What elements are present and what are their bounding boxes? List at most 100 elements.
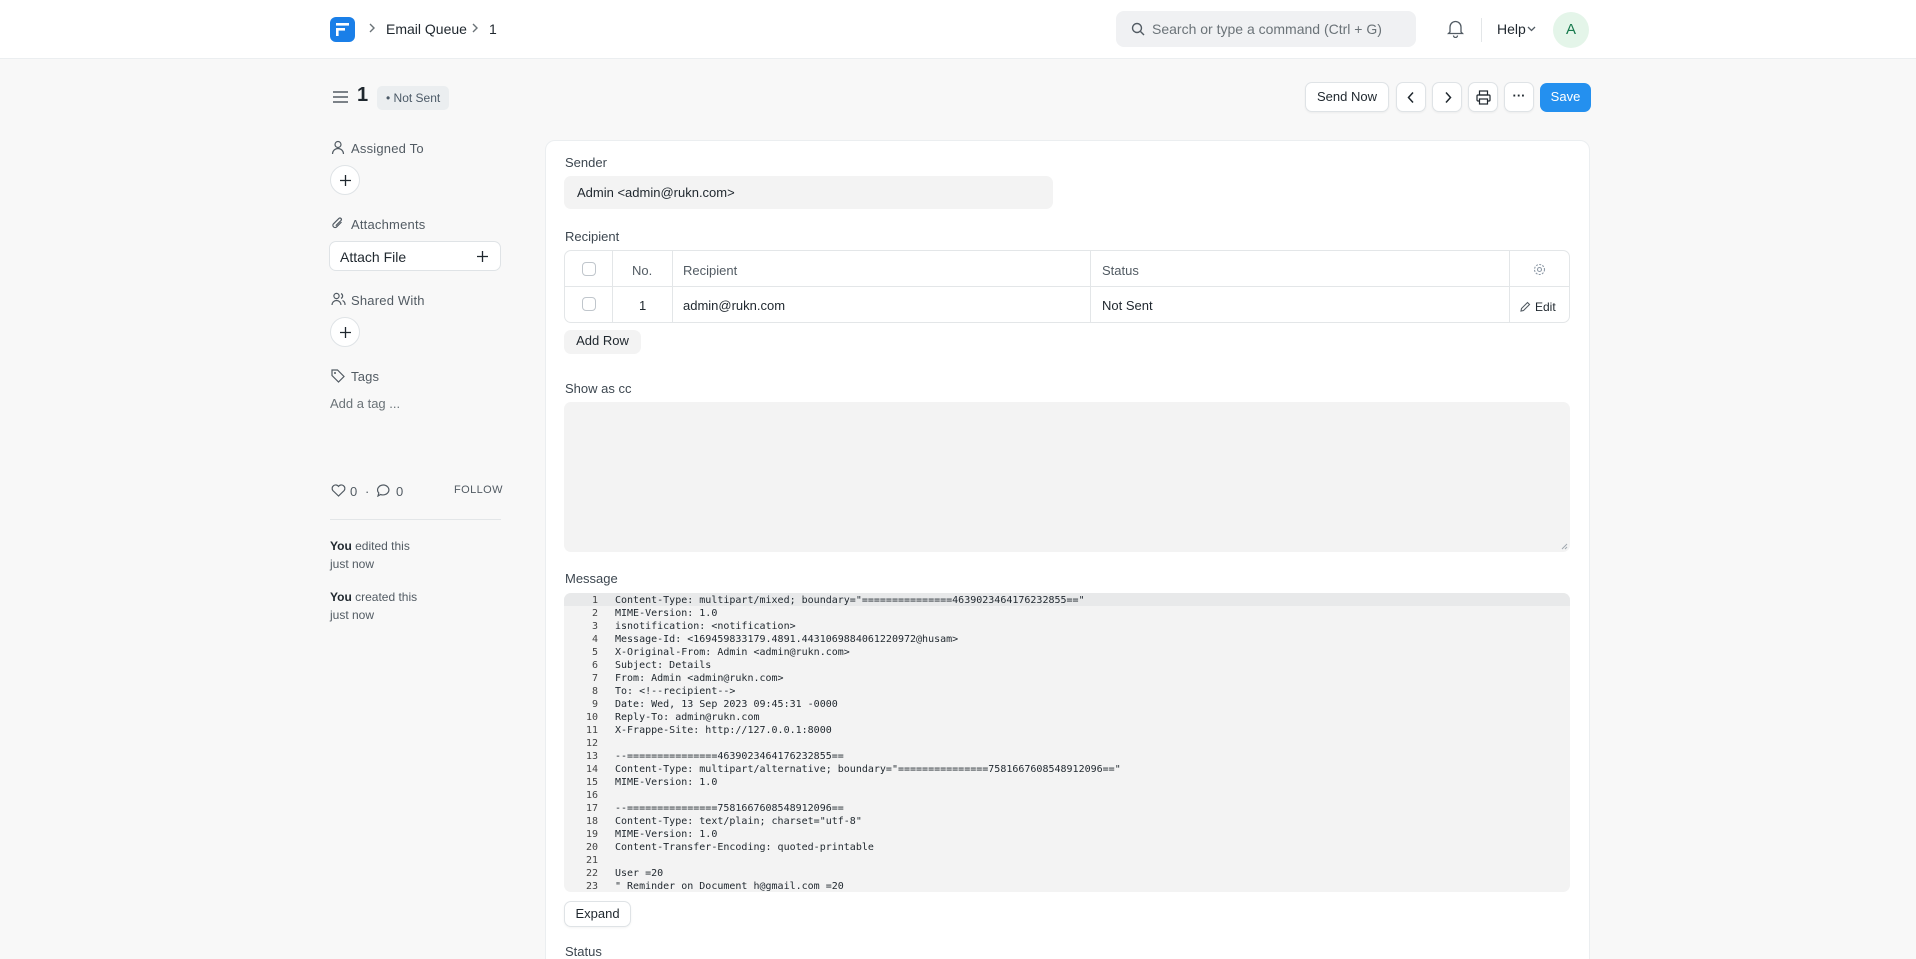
code-line-text: Subject: Details [615, 660, 712, 671]
code-line-text: X-Frappe-Site: http://127.0.0.1:8000 [615, 725, 832, 736]
gear-icon[interactable] [1533, 263, 1546, 276]
row-recipient[interactable]: admin@rukn.com [683, 298, 785, 313]
line-number: 18 [585, 816, 598, 827]
code-line-text: isnotification: <notification> [615, 621, 796, 632]
activity-time: just now [330, 557, 375, 571]
previous-doc-button[interactable] [1396, 82, 1426, 112]
code-line-text: X-Original-From: Admin <admin@rukn.com> [615, 647, 850, 658]
print-button[interactable] [1468, 82, 1498, 112]
comment-icon[interactable] [377, 484, 391, 497]
sidebar-divider [330, 519, 501, 520]
follow-button[interactable]: FOLLOW [454, 484, 503, 496]
paperclip-icon [332, 217, 342, 229]
line-number: 9 [591, 699, 598, 710]
resize-handle-icon[interactable] [1561, 543, 1568, 550]
user-avatar[interactable]: A [1553, 12, 1589, 48]
send-now-button[interactable]: Send Now [1305, 82, 1389, 112]
help-menu[interactable]: Help [1497, 21, 1526, 37]
line-number: 7 [591, 673, 598, 684]
attachments-label: Attachments [351, 217, 426, 232]
heart-icon[interactable] [331, 484, 346, 497]
activity-actor: You [330, 539, 352, 553]
code-line-text: Content-Type: text/plain; charset="utf-8… [615, 816, 862, 827]
add-share-button[interactable] [330, 317, 360, 347]
attach-file-button[interactable]: Attach File [329, 241, 501, 271]
activity-action: edited this [351, 539, 410, 553]
code-line-text: MIME-Version: 1.0 [615, 777, 718, 788]
activity-item: You created this just now [330, 588, 417, 624]
navbar: Email Queue 1 Search or type a command (… [0, 0, 1916, 59]
bell-icon[interactable] [1447, 19, 1464, 38]
line-number: 3 [591, 621, 598, 632]
recipient-label: Recipient [565, 229, 620, 244]
message-label: Message [565, 571, 618, 586]
add-assignee-button[interactable] [330, 165, 360, 195]
save-button[interactable]: Save [1540, 83, 1591, 112]
search-input[interactable]: Search or type a command (Ctrl + G) [1152, 21, 1382, 37]
add-row-button[interactable]: Add Row [564, 330, 641, 354]
row-status[interactable]: Not Sent [1102, 298, 1153, 313]
activity-time: just now [330, 608, 375, 622]
line-number: 4 [591, 634, 598, 645]
code-line-text: MIME-Version: 1.0 [615, 608, 718, 619]
line-number: 14 [585, 764, 598, 775]
expand-button[interactable]: Expand [564, 901, 631, 927]
line-number: 12 [585, 738, 598, 749]
show-as-cc-textarea[interactable] [564, 402, 1570, 552]
show-as-cc-label: Show as cc [565, 381, 632, 396]
recipient-table: No. Recipient Status 1 admin@rukn.com No… [564, 250, 1570, 323]
breadcrumb-email-queue[interactable]: Email Queue [386, 21, 467, 37]
pencil-icon [1520, 301, 1531, 312]
line-number: 11 [585, 725, 598, 736]
select-all-checkbox[interactable] [582, 262, 596, 276]
code-line-text: MIME-Version: 1.0 [615, 829, 718, 840]
page-title: 1 [357, 84, 369, 106]
status-dot: • [386, 91, 394, 105]
sidebar-toggle-icon[interactable] [332, 90, 349, 104]
sender-value: Admin <admin@rukn.com> [577, 185, 735, 200]
navbar-divider [1481, 18, 1482, 42]
sender-field[interactable]: Admin <admin@rukn.com> [564, 176, 1053, 209]
line-number: 16 [585, 790, 598, 801]
line-number: 8 [591, 686, 598, 697]
code-line-text: Reply-To: admin@rukn.com [615, 712, 760, 723]
chevron-right-icon [369, 23, 375, 33]
chevron-left-icon [1407, 91, 1414, 104]
search-bar[interactable]: Search or type a command (Ctrl + G) [1116, 11, 1416, 47]
user-icon [331, 140, 345, 155]
app-logo[interactable] [330, 17, 355, 42]
users-icon [331, 292, 346, 306]
column-header-recipient: Recipient [683, 263, 738, 278]
chevron-down-icon[interactable] [1527, 26, 1536, 32]
line-number: 6 [591, 660, 598, 671]
column-header-no: No. [632, 263, 653, 278]
line-number: 21 [585, 855, 598, 866]
breadcrumb-current[interactable]: 1 [489, 21, 497, 37]
chevron-right-icon [472, 23, 478, 33]
line-number: 23 [585, 881, 598, 892]
line-number: 2 [591, 608, 598, 619]
comments-count: 0 [396, 484, 404, 499]
code-line-text: Message-Id: <169459833179.4891.443106988… [615, 634, 959, 645]
more-options-button[interactable]: ··· [1504, 82, 1534, 112]
plus-icon [477, 251, 488, 262]
tags-label: Tags [351, 369, 380, 384]
next-doc-button[interactable] [1432, 82, 1462, 112]
chevron-right-icon [1445, 91, 1452, 104]
add-tag-link[interactable]: Add a tag ... [330, 396, 400, 411]
code-line-text: Content-Type: multipart/alternative; bou… [615, 764, 1121, 775]
row-checkbox[interactable] [582, 297, 596, 311]
row-edit-button[interactable]: Edit [1535, 300, 1556, 314]
line-number: 19 [585, 829, 598, 840]
code-line-text: From: Admin <admin@rukn.com> [615, 673, 784, 684]
status-label: Status [565, 944, 602, 959]
code-line-text: To: <!--recipient--> [615, 686, 736, 697]
message-code-editor[interactable]: 1 Content-Type: multipart/mixed; boundary… [564, 593, 1570, 892]
attach-file-label: Attach File [340, 249, 407, 265]
line-number: 20 [585, 842, 598, 853]
code-line-text: " Reminder on Document h@gmail.com =20 [615, 881, 844, 892]
line-number: 13 [585, 751, 598, 762]
code-line-text: --===============7581667608548912096== [615, 803, 844, 814]
line-number: 1 [591, 595, 598, 606]
line-number: 10 [585, 712, 598, 723]
